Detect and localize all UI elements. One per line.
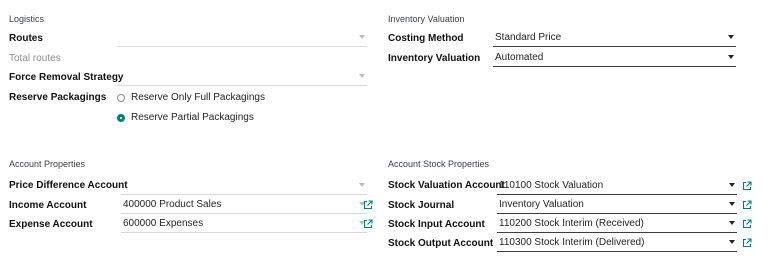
caret-down-icon bbox=[729, 202, 735, 206]
stock-output-account-input[interactable]: 110300 Stock Interim (Delivered) bbox=[497, 234, 737, 252]
inventory-valuation-section-title: Inventory Valuation bbox=[388, 14, 465, 24]
external-link-icon[interactable] bbox=[363, 219, 373, 229]
inventory-valuation-label: Inventory Valuation bbox=[388, 53, 481, 64]
stock-valuation-account-field: Stock Valuation Account bbox=[388, 176, 505, 195]
stock-input-account-label: Stock Input Account bbox=[388, 219, 485, 230]
inventory-valuation-select[interactable]: Automated bbox=[493, 49, 736, 67]
external-link-icon[interactable] bbox=[363, 200, 373, 210]
stock-journal-input[interactable]: Inventory Valuation bbox=[497, 196, 737, 214]
expense-account-field: Expense Account bbox=[9, 215, 93, 234]
price-difference-field: Price Difference Account bbox=[9, 176, 128, 195]
expense-account-input[interactable]: 600000 Expenses bbox=[121, 215, 367, 233]
radio-reserve-partial[interactable]: Reserve Partial Packagings bbox=[117, 112, 254, 123]
radio-label: Reserve Only Full Packagings bbox=[131, 92, 265, 103]
income-account-field: Income Account bbox=[9, 196, 86, 215]
caret-down-icon bbox=[359, 35, 365, 39]
external-link-icon[interactable] bbox=[742, 200, 752, 210]
caret-down-icon bbox=[729, 240, 735, 244]
routes-label: Routes bbox=[9, 33, 43, 44]
stock-valuation-account-input[interactable]: 110100 Stock Valuation bbox=[497, 177, 737, 195]
price-difference-label: Price Difference Account bbox=[9, 180, 128, 191]
radio-reserve-only-full[interactable]: Reserve Only Full Packagings bbox=[117, 92, 265, 103]
costing-method-label: Costing Method bbox=[388, 33, 464, 44]
reserve-packagings-label: Reserve Packagings bbox=[9, 92, 107, 103]
radio-circle-icon[interactable] bbox=[117, 93, 125, 102]
total-routes-label: Total routes bbox=[9, 53, 61, 64]
stock-journal-field: Stock Journal bbox=[388, 196, 454, 215]
caret-down-icon bbox=[728, 55, 734, 59]
caret-down-icon bbox=[359, 183, 365, 187]
caret-down-icon bbox=[729, 183, 735, 187]
caret-down-icon bbox=[729, 221, 735, 225]
stock-output-account-label: Stock Output Account bbox=[388, 238, 494, 249]
stock-output-account-value: 110300 Stock Interim (Delivered) bbox=[499, 237, 645, 248]
routes-field: Routes bbox=[9, 29, 43, 48]
stock-journal-value: Inventory Valuation bbox=[499, 199, 584, 210]
logistics-section-title: Logistics bbox=[9, 14, 45, 24]
expense-account-value: 600000 Expenses bbox=[123, 218, 204, 229]
force-removal-input[interactable] bbox=[117, 68, 367, 86]
income-account-label: Income Account bbox=[9, 200, 87, 211]
stock-input-account-field: Stock Input Account bbox=[388, 215, 485, 234]
stock-valuation-account-value: 110100 Stock Valuation bbox=[499, 180, 604, 191]
stock-input-account-value: 110200 Stock Interim (Received) bbox=[499, 218, 644, 229]
force-removal-field: Force Removal Strategy bbox=[9, 68, 124, 87]
inventory-valuation-value: Automated bbox=[495, 52, 544, 63]
expense-account-label: Expense Account bbox=[9, 219, 93, 230]
costing-method-select[interactable]: Standard Price bbox=[493, 29, 736, 47]
stock-journal-label: Stock Journal bbox=[388, 200, 455, 211]
external-link-icon[interactable] bbox=[742, 181, 752, 191]
costing-method-field: Costing Method bbox=[388, 29, 464, 48]
costing-method-value: Standard Price bbox=[495, 32, 562, 43]
account-properties-section-title: Account Properties bbox=[9, 159, 86, 169]
external-link-icon[interactable] bbox=[742, 219, 752, 229]
total-routes-field: Total routes bbox=[9, 49, 61, 68]
stock-valuation-account-label: Stock Valuation Account bbox=[388, 180, 505, 191]
radio-checked-icon[interactable] bbox=[117, 113, 125, 122]
external-link-icon[interactable] bbox=[742, 238, 752, 248]
force-removal-label: Force Removal Strategy bbox=[9, 72, 124, 83]
account-stock-properties-section-title: Account Stock Properties bbox=[388, 159, 490, 169]
radio-label: Reserve Partial Packagings bbox=[131, 112, 254, 123]
income-account-value: 400000 Product Sales bbox=[123, 199, 222, 210]
income-account-input[interactable]: 400000 Product Sales bbox=[121, 196, 367, 214]
reserve-packagings-field: Reserve Packagings bbox=[9, 88, 106, 107]
price-difference-input[interactable] bbox=[121, 177, 367, 195]
stock-input-account-input[interactable]: 110200 Stock Interim (Received) bbox=[497, 215, 737, 233]
routes-input[interactable] bbox=[117, 29, 367, 47]
caret-down-icon bbox=[359, 74, 365, 78]
caret-down-icon bbox=[728, 35, 734, 39]
stock-output-account-field: Stock Output Account bbox=[388, 234, 493, 253]
inventory-valuation-field: Inventory Valuation bbox=[388, 49, 480, 68]
